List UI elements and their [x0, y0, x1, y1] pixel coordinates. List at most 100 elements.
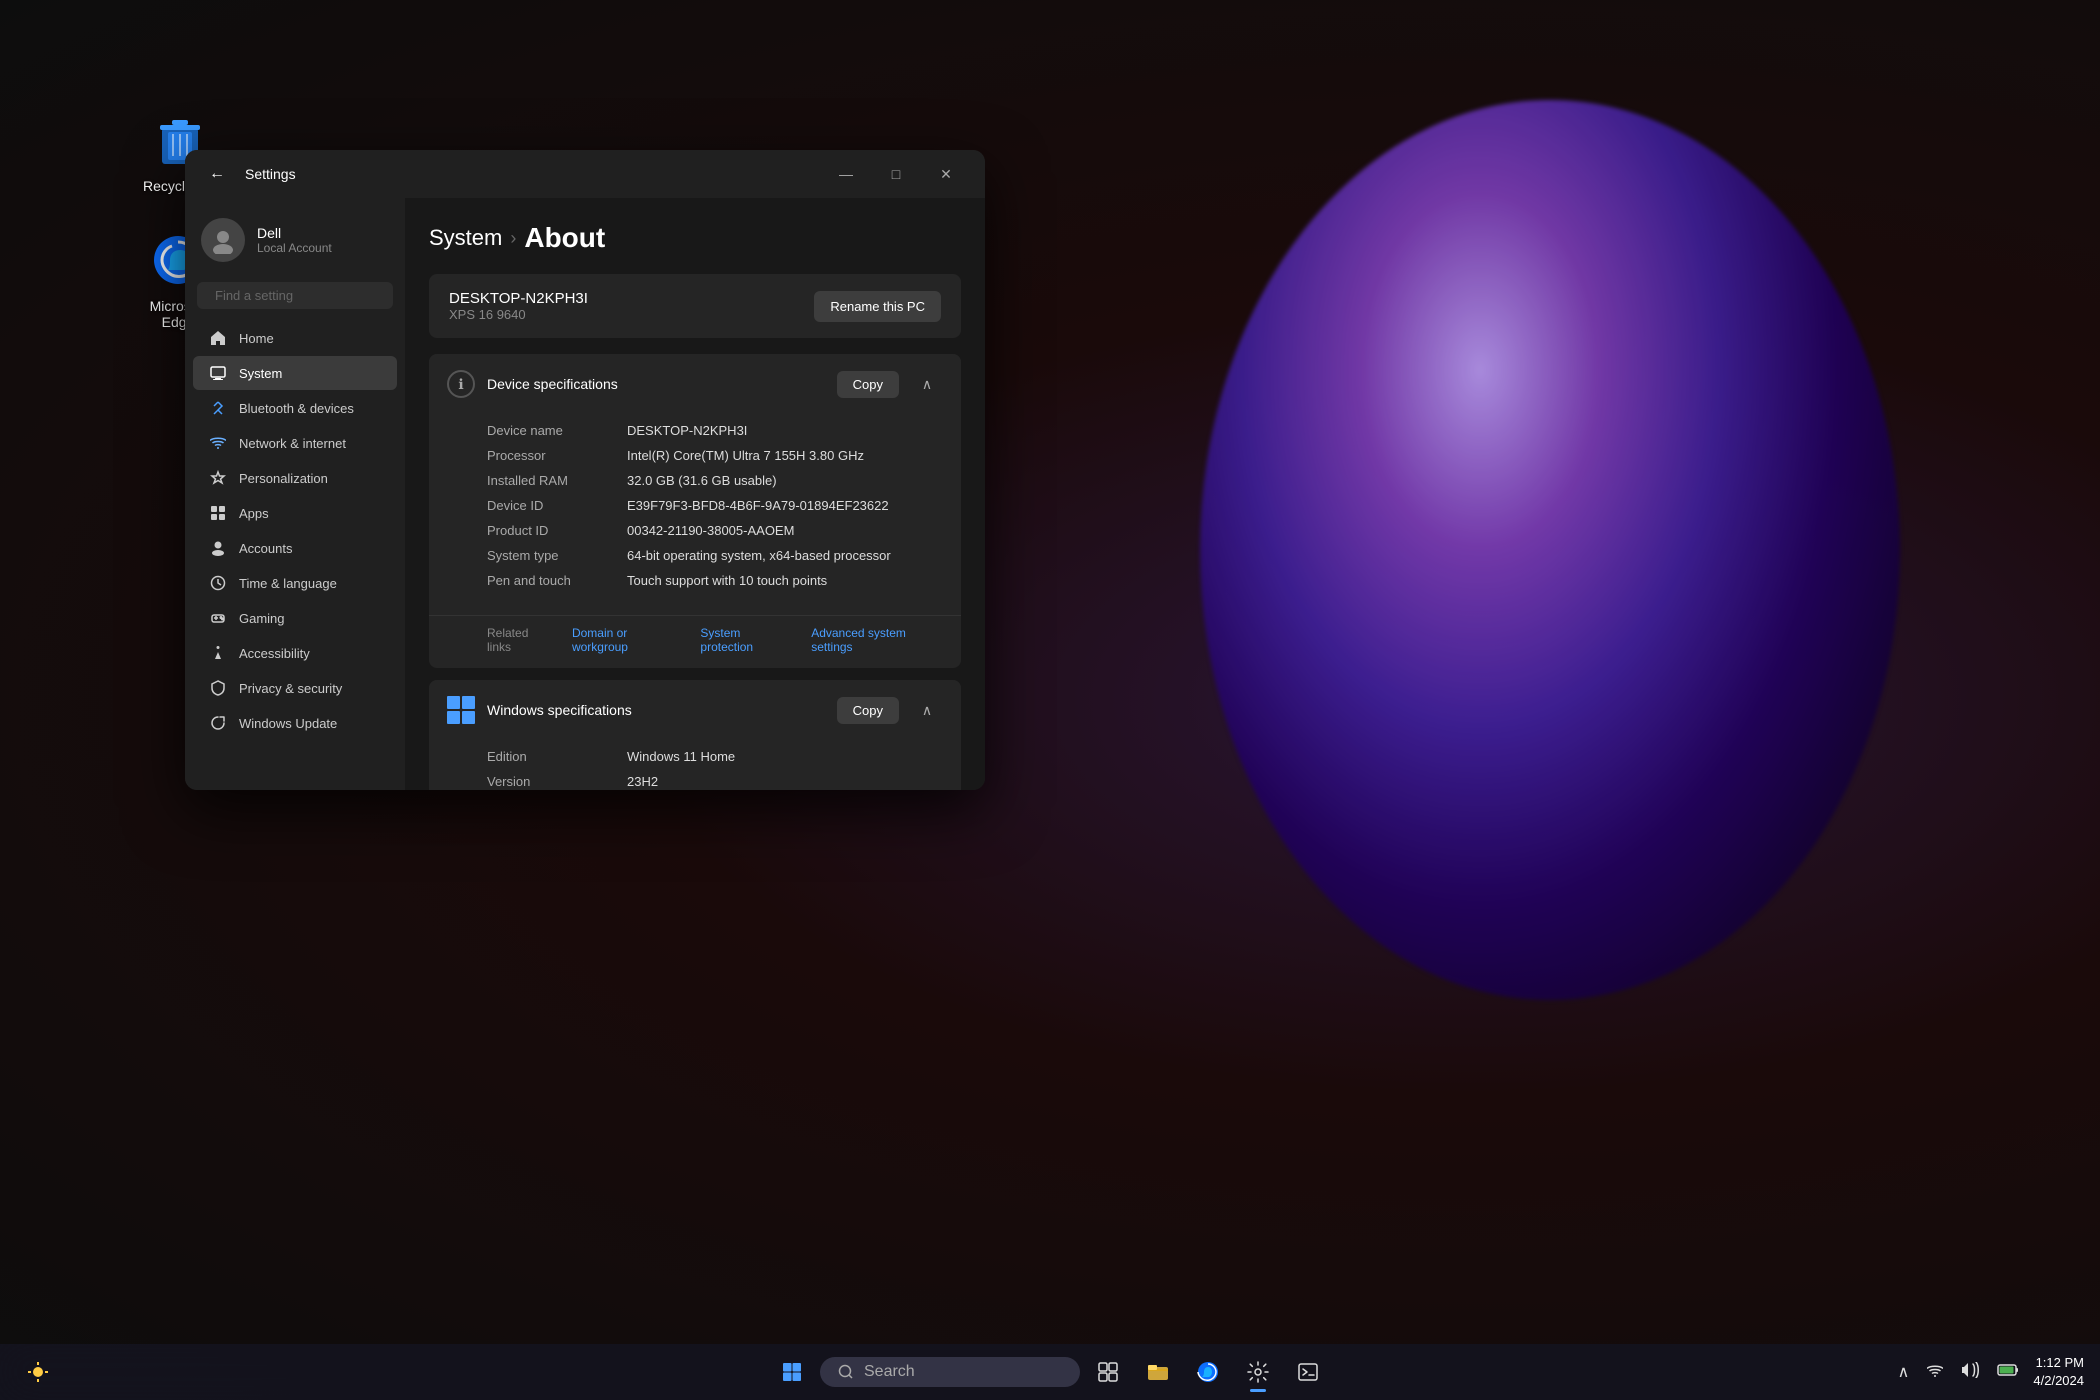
pc-banner: DESKTOP-N2KPH3I XPS 16 9640 Rename this …	[429, 274, 961, 338]
windows-specs-body: Edition Windows 11 Home Version 23H2 Ins…	[429, 740, 961, 790]
related-links: Related links Domain or workgroup System…	[429, 615, 961, 668]
windows-specs-copy-button[interactable]: Copy	[837, 697, 899, 724]
sidebar-item-apps-label: Apps	[239, 506, 269, 521]
spec-key-edition: Edition	[487, 749, 627, 764]
title-bar: ← Settings — □ ✕	[185, 150, 985, 198]
taskbar-search[interactable]: Search	[820, 1357, 1080, 1387]
taskbar-file-explorer[interactable]	[1136, 1350, 1180, 1394]
network-icon	[209, 434, 227, 452]
sidebar-item-system-label: System	[239, 366, 282, 381]
update-icon	[209, 714, 227, 732]
accessibility-icon	[209, 644, 227, 662]
spec-val-processor: Intel(R) Core(TM) Ultra 7 155H 3.80 GHz	[627, 448, 943, 463]
sidebar-item-gaming[interactable]: Gaming	[193, 601, 397, 635]
spec-row-processor: Processor Intel(R) Core(TM) Ultra 7 155H…	[487, 443, 943, 468]
sidebar-item-system[interactable]: System	[193, 356, 397, 390]
taskbar-clock[interactable]: 1:12 PM 4/2/2024	[2033, 1354, 2084, 1390]
breadcrumb-arrow: ›	[510, 228, 516, 249]
taskbar: Search ∧	[0, 1344, 2100, 1400]
sidebar-item-update-label: Windows Update	[239, 716, 337, 731]
taskbar-edge-button[interactable]	[1186, 1350, 1230, 1394]
sidebar-item-personalization[interactable]: Personalization	[193, 461, 397, 495]
minimize-button[interactable]: —	[823, 158, 869, 190]
sidebar-item-network-label: Network & internet	[239, 436, 346, 451]
sidebar-item-privacy-label: Privacy & security	[239, 681, 342, 696]
close-button[interactable]: ✕	[923, 158, 969, 190]
windows-specs-header: Windows specifications Copy ∧	[429, 680, 961, 740]
sidebar-item-network[interactable]: Network & internet	[193, 426, 397, 460]
taskbar-settings-button[interactable]	[1236, 1350, 1280, 1394]
user-section[interactable]: Dell Local Account	[185, 206, 405, 274]
related-links-label: Related links	[487, 626, 552, 654]
spec-val-system-type: 64-bit operating system, x64-based proce…	[627, 548, 943, 563]
window-controls: — □ ✕	[823, 158, 969, 190]
taskbar-weather-icon[interactable]	[16, 1350, 60, 1394]
tray-chevron-icon[interactable]: ∧	[1894, 1358, 1914, 1386]
device-specs-copy-button[interactable]: Copy	[837, 371, 899, 398]
settings-search[interactable]	[197, 282, 393, 309]
device-specs-section: ℹ Device specifications Copy ∧ Device na…	[429, 354, 961, 668]
personalization-icon	[209, 469, 227, 487]
sidebar-item-apps[interactable]: Apps	[193, 496, 397, 530]
taskbar-terminal-button[interactable]	[1286, 1350, 1330, 1394]
spec-key-processor: Processor	[487, 448, 627, 463]
device-specs-icon: ℹ	[447, 370, 475, 398]
spec-row-device-name: Device name DESKTOP-N2KPH3I	[487, 418, 943, 443]
accounts-icon	[209, 539, 227, 557]
maximize-button[interactable]: □	[873, 158, 919, 190]
clock-time: 1:12 PM	[2033, 1354, 2084, 1372]
related-link-protection[interactable]: System protection	[700, 626, 791, 654]
taskbar-right: ∧ 1:12 PM 4/2/2024	[1894, 1354, 2084, 1390]
related-link-domain[interactable]: Domain or workgroup	[572, 626, 680, 654]
tray-network-icon[interactable]	[1923, 1359, 1947, 1386]
spec-row-system-type: System type 64-bit operating system, x64…	[487, 543, 943, 568]
windows-specs-title: Windows specifications	[487, 702, 825, 718]
sidebar: Dell Local Account Home	[185, 198, 405, 790]
windows-specs-collapse-button[interactable]: ∧	[911, 694, 943, 726]
sidebar-item-bluetooth-label: Bluetooth & devices	[239, 401, 354, 416]
sidebar-item-accessibility[interactable]: Accessibility	[193, 636, 397, 670]
related-link-advanced[interactable]: Advanced system settings	[811, 626, 943, 654]
sidebar-item-privacy[interactable]: Privacy & security	[193, 671, 397, 705]
taskbar-left	[16, 1350, 60, 1394]
tray-volume-icon[interactable]	[1957, 1358, 1983, 1387]
back-button[interactable]: ←	[201, 158, 233, 190]
sidebar-item-accounts-label: Accounts	[239, 541, 292, 556]
spec-key-version: Version	[487, 774, 627, 789]
sidebar-item-update[interactable]: Windows Update	[193, 706, 397, 740]
privacy-icon	[209, 679, 227, 697]
taskbar-task-view[interactable]	[1086, 1350, 1130, 1394]
home-icon	[209, 329, 227, 347]
sidebar-item-accounts[interactable]: Accounts	[193, 531, 397, 565]
device-specs-collapse-button[interactable]: ∧	[911, 368, 943, 400]
spec-row-device-id: Device ID E39F79F3-BFD8-4B6F-9A79-01894E…	[487, 493, 943, 518]
spec-row-edition: Edition Windows 11 Home	[487, 744, 943, 769]
pc-model: XPS 16 9640	[449, 307, 588, 322]
taskbar-start-button[interactable]	[770, 1350, 814, 1394]
sidebar-item-time-label: Time & language	[239, 576, 337, 591]
sidebar-item-bluetooth[interactable]: Bluetooth & devices	[193, 391, 397, 425]
sidebar-item-time[interactable]: Time & language	[193, 566, 397, 600]
settings-body: Dell Local Account Home	[185, 198, 985, 790]
rename-pc-button[interactable]: Rename this PC	[814, 291, 941, 322]
settings-search-input[interactable]	[215, 288, 391, 303]
spec-val-version: 23H2	[627, 774, 943, 789]
spec-val-edition: Windows 11 Home	[627, 749, 943, 764]
apps-icon	[209, 504, 227, 522]
spec-val-pen: Touch support with 10 touch points	[627, 573, 943, 588]
pc-name: DESKTOP-N2KPH3I	[449, 290, 588, 307]
spec-key-ram: Installed RAM	[487, 473, 627, 488]
device-specs-title: Device specifications	[487, 376, 825, 392]
user-name: Dell	[257, 225, 332, 241]
spec-row-ram: Installed RAM 32.0 GB (31.6 GB usable)	[487, 468, 943, 493]
desktop-wallpaper-orb	[1200, 100, 1900, 1000]
settings-window: ← Settings — □ ✕ Dell Local Account	[185, 150, 985, 790]
windows-logo-icon	[447, 696, 475, 724]
sidebar-item-accessibility-label: Accessibility	[239, 646, 310, 661]
taskbar-center: Search	[770, 1350, 1330, 1394]
page-header: System › About	[429, 222, 961, 254]
windows-specs-section: Windows specifications Copy ∧ Edition Wi…	[429, 680, 961, 790]
spec-row-pen: Pen and touch Touch support with 10 touc…	[487, 568, 943, 593]
tray-battery-icon[interactable]	[1993, 1359, 2023, 1386]
sidebar-item-home[interactable]: Home	[193, 321, 397, 355]
